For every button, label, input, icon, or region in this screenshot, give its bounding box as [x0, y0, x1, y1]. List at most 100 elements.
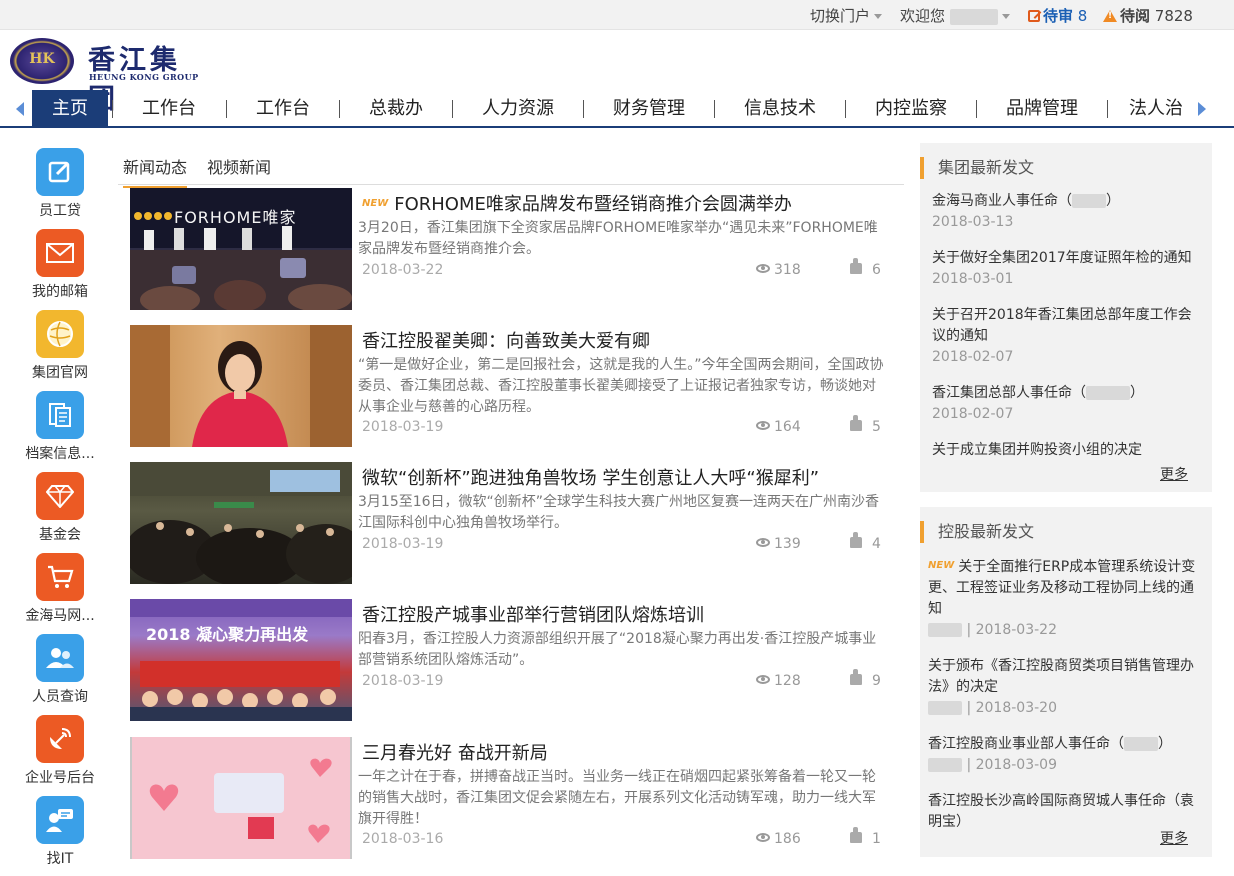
name-redacted [1086, 386, 1130, 400]
news-thumbnail[interactable] [130, 325, 352, 447]
list-item[interactable]: 关于召开2018年香江集团总部年度工作会议的通知 2018-02-07 [932, 305, 1204, 367]
app-archive-info[interactable]: 档案信息... [22, 391, 98, 467]
app-label: 集团官网 [32, 365, 88, 381]
news-item[interactable]: 2018 凝心聚力再出发 香江控股产城事业部举行营销团队熔炼培训 阳春3月，香江… [130, 599, 890, 721]
logo-emblem: HK [10, 38, 74, 84]
thumbs-up-icon [850, 415, 862, 431]
logo-english-name: HEUNG KONG GROUP [89, 72, 199, 82]
nav-divider [452, 100, 453, 118]
warning-icon [1103, 10, 1117, 22]
panel-list: 金海马商业人事任命（ ） 2018-03-13 关于做好全集团2017年度证照年检… [932, 191, 1204, 463]
like-count[interactable]: 1 [850, 827, 881, 847]
app-employee-loan[interactable]: 员工贷 [22, 148, 98, 224]
switch-portal-dropdown[interactable]: 切换门户 [810, 5, 883, 26]
group-logo[interactable]: HK 香江集团 HEUNG KONG GROUP [10, 38, 210, 115]
group-latest-docs-panel: 集团最新发文 金海马商业人事任命（ ） 2018-03-13 关于做好全集团201… [920, 143, 1212, 492]
people-icon [36, 634, 84, 682]
news-title[interactable]: 三月春光好 奋战开新局 [362, 739, 882, 765]
news-item[interactable]: 微软“创新杯”跑进独角兽牧场 学生创意让人大呼“猴犀利” 3月15至16日，微软… [130, 462, 890, 584]
news-summary: “第一是做好企业，第二是回报社会，这就是我的人生。”今年全国两会期间，全国政协委… [358, 357, 884, 415]
nav-divider [112, 100, 113, 118]
news-thumbnail[interactable] [130, 737, 352, 859]
pending-read-link[interactable]: 待阅 7828 [1103, 5, 1193, 26]
news-title[interactable]: FORHOME唯家品牌发布暨经销商推介会圆满举办 [394, 194, 792, 215]
app-people-search[interactable]: 人员查询 [22, 634, 98, 710]
app-jinhaima-mall[interactable]: 金海马网... [22, 553, 98, 629]
author-redacted [928, 623, 962, 637]
news-date: 2018-03-16 [362, 831, 444, 847]
doc-date: 2018-02-07 [932, 406, 1014, 422]
list-item[interactable]: 关于颁布《香江控股商贸类项目销售管理办法》的决定 | 2018-03-20 [928, 656, 1206, 718]
nav-item-internal-control[interactable]: 内控监察 [855, 90, 967, 128]
more-link[interactable]: 更多 [1160, 464, 1188, 484]
news-thumbnail[interactable] [130, 462, 352, 584]
globe-icon [36, 310, 84, 358]
like-count[interactable]: 4 [850, 532, 881, 552]
edit-icon [1028, 10, 1040, 22]
nav-item-president-office[interactable]: 总裁办 [349, 90, 443, 128]
list-item[interactable]: 香江控股商业事业部人事任命（ ） | 2018-03-09 [928, 734, 1206, 775]
news-summary: 一年之计在于春，拼搏奋战正当时。当业务一线正在硝烟四起紧张筹备着一轮又一轮的销售… [358, 769, 876, 827]
doc-title-tail: ） [1130, 385, 1144, 401]
doc-title: 香江控股商业事业部人事任命（ [928, 736, 1124, 752]
app-label: 我的邮箱 [32, 284, 88, 300]
news-item[interactable]: FORHOME唯家 NEW FORHOME唯家品牌发布暨经销商推介会圆满举办 3月… [130, 188, 890, 310]
news-date: 2018-03-19 [362, 673, 444, 689]
edit-icon [36, 148, 84, 196]
nav-item-governance[interactable]: 法人治 [1117, 90, 1195, 128]
app-my-mailbox[interactable]: 我的邮箱 [22, 229, 98, 305]
user-menu[interactable]: 欢迎您 [900, 5, 1010, 26]
thumbs-up-icon [850, 827, 862, 843]
app-foundation[interactable]: 基金会 [22, 472, 98, 548]
list-item[interactable]: NEW 关于全面推行ERP成本管理系统设计变更、工程签证业务及移动工程协同上线的通… [928, 555, 1206, 640]
like-count[interactable]: 9 [850, 669, 881, 689]
nav-item-workbench-1[interactable]: 工作台 [122, 90, 216, 128]
list-item[interactable]: 香江控股长沙高岭国际商贸城人事任命（袁明宝） [928, 791, 1206, 827]
view-count-value: 139 [774, 536, 801, 552]
nav-item-hr[interactable]: 人力资源 [462, 90, 574, 128]
news-title[interactable]: 香江控股产城事业部举行营销团队熔炼培训 [362, 601, 882, 627]
news-thumbnail[interactable]: FORHOME唯家 [130, 188, 352, 310]
news-date: 2018-03-22 [362, 262, 444, 278]
news-item[interactable]: 香江控股翟美卿：向善致美大爱有卿 “第一是做好企业，第二是回报社会，这就是我的人… [130, 325, 890, 447]
nav-item-it[interactable]: 信息技术 [724, 90, 836, 128]
news-title[interactable]: 香江控股翟美卿：向善致美大爱有卿 [362, 327, 882, 353]
news-item[interactable]: 三月春光好 奋战开新局 一年之计在于春，拼搏奋战正当时。当业务一线正在硝烟四起紧… [130, 737, 890, 859]
thumbnail-caption: FORHOME唯家 [174, 208, 297, 227]
nav-item-brand[interactable]: 品牌管理 [986, 90, 1098, 128]
nav-item-home[interactable]: 主页 [32, 90, 108, 128]
nav-scroll-left-icon[interactable] [16, 102, 24, 116]
news-title[interactable]: 微软“创新杯”跑进独角兽牧场 学生创意让人大呼“猴犀利” [362, 464, 882, 490]
nav-item-finance[interactable]: 财务管理 [593, 90, 705, 128]
list-item[interactable]: 关于成立集团并购投资小组的决定 [932, 440, 1204, 461]
holding-latest-docs-panel: 控股最新发文 NEW 关于全面推行ERP成本管理系统设计变更、工程签证业务及移动工… [920, 507, 1212, 857]
pending-review-label: 待审 [1043, 7, 1074, 25]
pending-review-link[interactable]: 待审 8 [1028, 5, 1087, 26]
doc-title: 关于做好全集团2017年度证照年检的通知 [932, 250, 1192, 266]
doc-title: 关于全面推行ERP成本管理系统设计变更、工程签证业务及移动工程协同上线的通知 [928, 559, 1196, 617]
like-count[interactable]: 6 [850, 258, 881, 278]
tab-video-news[interactable]: 视频新闻 [207, 154, 271, 186]
author-redacted [928, 701, 962, 715]
list-item[interactable]: 关于做好全集团2017年度证照年检的通知 2018-03-01 [932, 248, 1204, 289]
app-group-website[interactable]: 集团官网 [22, 310, 98, 386]
pending-review-count: 8 [1077, 7, 1088, 25]
tab-news-updates[interactable]: 新闻动态 [123, 154, 188, 188]
like-count[interactable]: 5 [850, 415, 881, 435]
nav-scroll-right-icon[interactable] [1198, 102, 1206, 116]
app-enterprise-admin[interactable]: 企业号后台 [22, 715, 98, 791]
app-label: 企业号后台 [25, 770, 95, 786]
app-find-it[interactable]: 找IT [22, 796, 98, 872]
app-label: 金海马网... [25, 608, 95, 624]
diamond-icon [36, 472, 84, 520]
news-thumbnail[interactable]: 2018 凝心聚力再出发 [130, 599, 352, 721]
doc-title: 关于召开2018年香江集团总部年度工作会议的通知 [932, 307, 1192, 344]
logo-emblem-text: HK [29, 51, 55, 67]
doc-date: 2018-03-13 [932, 214, 1014, 230]
view-count: 186 [756, 831, 801, 847]
more-link[interactable]: 更多 [1160, 828, 1188, 848]
thumbs-up-icon [850, 532, 862, 548]
nav-item-workbench-2[interactable]: 工作台 [236, 90, 330, 128]
list-item[interactable]: 香江集团总部人事任命（ ） 2018-02-07 [932, 383, 1204, 424]
list-item[interactable]: 金海马商业人事任命（ ） 2018-03-13 [932, 191, 1204, 232]
